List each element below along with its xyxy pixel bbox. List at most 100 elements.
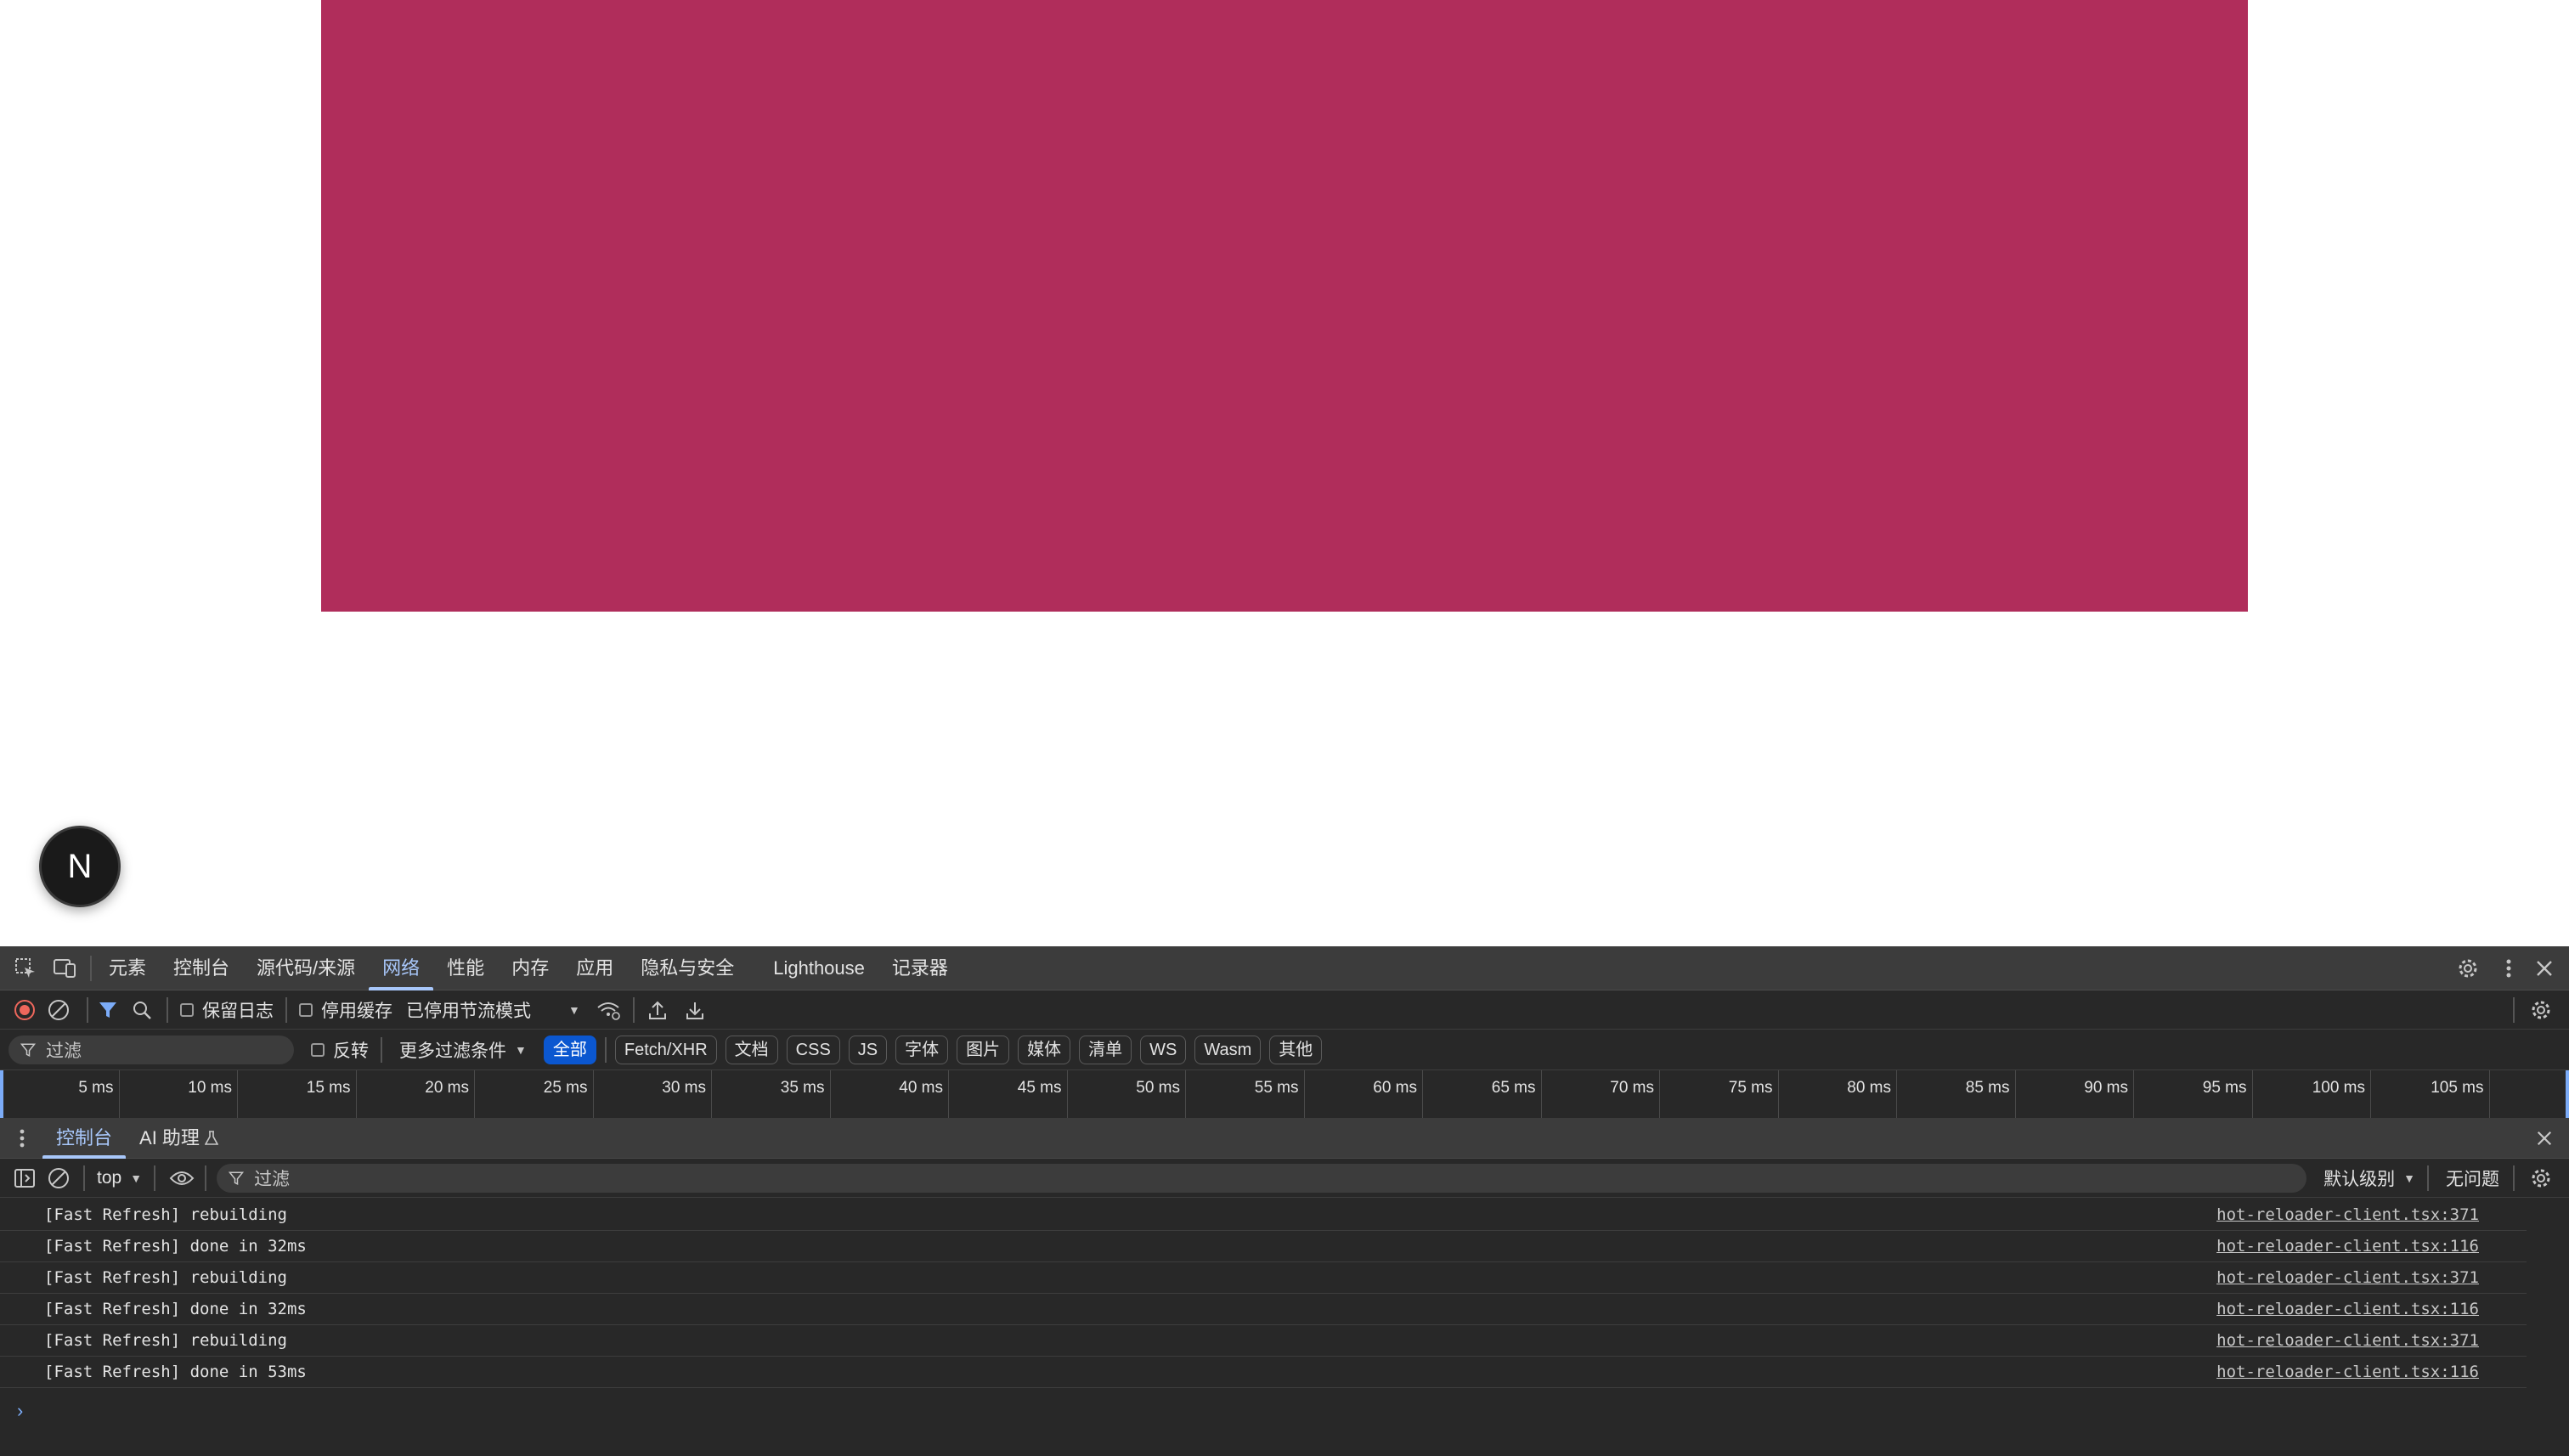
timeline-tick: 40 ms	[830, 1070, 949, 1118]
type-filter-9[interactable]: WS	[1140, 1035, 1187, 1064]
settings-gear-icon[interactable]	[2453, 957, 2482, 979]
network-settings-icon[interactable]	[2527, 999, 2555, 1021]
tab-8[interactable]: Lighthouse	[759, 946, 878, 990]
tab-6[interactable]: 应用	[562, 946, 627, 990]
timeline-tick-label: 25 ms	[543, 1079, 588, 1097]
timeline-tick-label: 105 ms	[2431, 1079, 2484, 1097]
nextjs-dev-indicator-button[interactable]: N	[39, 826, 121, 907]
timeline-tick-label: 60 ms	[1373, 1079, 1417, 1097]
invert-label: 反转	[333, 1041, 369, 1061]
tab-9[interactable]: 记录器	[878, 946, 962, 990]
timeline-tick: 50 ms	[1067, 1070, 1186, 1118]
log-level-select[interactable]: 默认级别 ▼	[2323, 1165, 2415, 1191]
drawer-tab-0[interactable]: 控制台	[42, 1118, 127, 1159]
timeline-tick: 45 ms	[948, 1070, 1068, 1118]
timeline-tick-label: 85 ms	[1965, 1079, 2010, 1097]
timeline-tick-label: 10 ms	[188, 1079, 232, 1097]
type-filter-7[interactable]: 媒体	[1018, 1035, 1071, 1064]
network-conditions-icon[interactable]	[594, 1000, 623, 1020]
divider	[154, 1165, 156, 1191]
live-expression-eye-icon[interactable]	[167, 1170, 196, 1187]
console-source-link[interactable]: hot-reloader-client.tsx:116	[2216, 1300, 2479, 1318]
timeline-tick: 105 ms	[2370, 1070, 2490, 1118]
console-source-link[interactable]: hot-reloader-client.tsx:371	[2216, 1205, 2479, 1224]
console-message-row: [Fast Refresh] done in 32ms hot-reloader-…	[0, 1231, 2527, 1262]
tab-4[interactable]: 性能	[433, 946, 498, 990]
console-filter-placeholder: 过滤	[254, 1169, 291, 1189]
more-filters-dropdown[interactable]: 更多过滤条件 ▼	[399, 1037, 527, 1063]
drawer-menu-icon[interactable]	[12, 1128, 32, 1148]
timeline-tick: 10 ms	[119, 1070, 238, 1118]
clear-icon[interactable]	[46, 999, 71, 1021]
divider	[2513, 1165, 2515, 1191]
tab-2[interactable]: 源代码/来源	[243, 946, 369, 990]
sidebar-toggle-icon[interactable]	[12, 1168, 37, 1188]
checkbox-box[interactable]	[311, 1042, 325, 1057]
console-toolbar: top ▼ 过滤 默认级别 ▼ 无问题	[0, 1159, 2569, 1198]
console-settings-icon[interactable]	[2527, 1167, 2555, 1189]
type-filter-5[interactable]: 字体	[895, 1035, 949, 1064]
search-icon[interactable]	[129, 1000, 155, 1020]
tab-1[interactable]: 控制台	[160, 946, 243, 990]
tab-5[interactable]: 内存	[498, 946, 562, 990]
type-filter-6[interactable]: 图片	[957, 1035, 1010, 1064]
timeline-tick-label: 45 ms	[1017, 1079, 1062, 1097]
timeline-handle-left[interactable]	[0, 1070, 3, 1118]
console-prompt[interactable]: ›	[17, 1400, 23, 1422]
console-source-link[interactable]: hot-reloader-client.tsx:371	[2216, 1331, 2479, 1350]
console-source-link[interactable]: hot-reloader-client.tsx:116	[2216, 1363, 2479, 1381]
close-drawer-icon[interactable]	[2532, 1130, 2557, 1147]
invert-checkbox[interactable]: 反转	[311, 1037, 369, 1063]
checkbox-box[interactable]	[180, 1002, 194, 1017]
type-filter-2[interactable]: 文档	[725, 1035, 778, 1064]
type-filter-11[interactable]: 其他	[1269, 1035, 1323, 1064]
type-filter-8[interactable]: 清单	[1079, 1035, 1132, 1064]
throttling-select[interactable]: 已停用节流模式 ▼	[406, 997, 580, 1023]
devtools-tabbar: 元素 控制台 源代码/来源 网络 性能 内存 应用 隐私与安全 Lighthouse 记录器	[0, 946, 2569, 990]
divider	[2513, 996, 2515, 1023]
type-filter-10[interactable]: Wasm	[1194, 1035, 1262, 1064]
drawer-tab-1[interactable]: AI 助理	[126, 1118, 213, 1159]
timeline-tick: 90 ms	[2015, 1070, 2134, 1118]
type-filter-1[interactable]: Fetch/XHR	[614, 1035, 717, 1064]
network-toolbar: 保留日志 停用缓存 已停用节流模式 ▼	[0, 990, 2569, 1030]
close-devtools-icon[interactable]	[2532, 959, 2557, 978]
type-filter-0[interactable]: 全部	[543, 1035, 596, 1064]
inspect-element-icon[interactable]	[10, 953, 41, 984]
devtools-panel: 元素 控制台 源代码/来源 网络 性能 内存 应用 隐私与安全 Lighthouse 记录器	[0, 946, 2569, 1456]
preserve-log-checkbox[interactable]: 保留日志	[180, 997, 274, 1023]
type-filter-4[interactable]: JS	[848, 1035, 888, 1064]
context-value: top	[97, 1167, 122, 1188]
tab-3[interactable]: 网络	[369, 946, 434, 990]
record-stop-icon[interactable]	[12, 999, 37, 1021]
divider	[83, 1165, 85, 1191]
clear-console-icon[interactable]	[46, 1167, 71, 1189]
divider	[2427, 1165, 2429, 1191]
hero-block	[321, 0, 2248, 612]
console-filter-input[interactable]: 过滤	[217, 1163, 2307, 1193]
console-source-link[interactable]: hot-reloader-client.tsx:116	[2216, 1237, 2479, 1256]
chevron-down-icon: ▼	[2403, 1171, 2415, 1185]
network-timeline-overview[interactable]: 5 ms 10 ms 15 ms 20 ms 25 ms 30 ms 35 ms 40 ms 4…	[0, 1070, 2569, 1119]
timeline-handle-right[interactable]	[2566, 1070, 2569, 1118]
tab-7[interactable]: 隐私与安全	[627, 946, 748, 990]
checkbox-box[interactable]	[299, 1002, 313, 1017]
more-options-icon[interactable]	[2496, 957, 2521, 979]
import-har-icon[interactable]	[645, 1000, 670, 1020]
timeline-tick-label: 5 ms	[78, 1079, 114, 1097]
console-source-link[interactable]: hot-reloader-client.tsx:371	[2216, 1268, 2479, 1287]
chevron-down-icon: ▼	[130, 1171, 143, 1185]
filter-icon[interactable]	[95, 1000, 121, 1020]
console-message-row: [Fast Refresh] done in 32ms hot-reloader-…	[0, 1294, 2527, 1325]
device-toolbar-icon[interactable]	[49, 953, 80, 984]
type-filter-3[interactable]: CSS	[786, 1035, 840, 1064]
timeline-tick-label: 95 ms	[2202, 1079, 2247, 1097]
disable-cache-label: 停用缓存	[321, 1001, 392, 1021]
console-message-row: [Fast Refresh] done in 53ms hot-reloader-…	[0, 1357, 2527, 1388]
tab-0[interactable]: 元素	[95, 946, 160, 990]
disable-cache-checkbox[interactable]: 停用缓存	[299, 997, 392, 1023]
network-filter-input[interactable]: 过滤	[8, 1035, 294, 1064]
export-har-icon[interactable]	[682, 1000, 708, 1020]
issues-counter[interactable]: 无问题	[2446, 1165, 2499, 1191]
context-select[interactable]: top ▼	[97, 1168, 142, 1188]
